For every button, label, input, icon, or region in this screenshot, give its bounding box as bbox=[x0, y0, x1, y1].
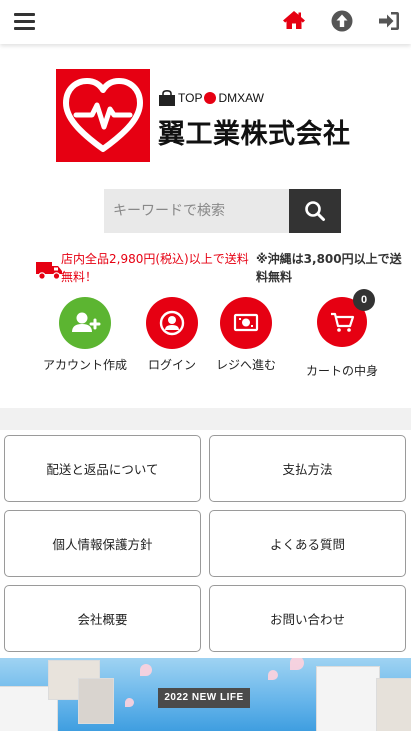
banner-sign: 2022 NEW LIFE bbox=[158, 688, 250, 708]
petal-decoration bbox=[290, 658, 304, 670]
top-navigation-bar bbox=[0, 0, 411, 44]
cash-icon bbox=[233, 313, 259, 332]
search-bar bbox=[104, 189, 341, 233]
home-icon[interactable] bbox=[282, 8, 306, 32]
shipping-text-line2: 無料！ bbox=[61, 270, 98, 284]
search-button[interactable] bbox=[289, 189, 341, 233]
checkout-button[interactable]: レジへ進む bbox=[211, 297, 281, 373]
cart-button[interactable]: 0 カートの中身 bbox=[302, 289, 382, 379]
petal-decoration bbox=[140, 664, 152, 676]
search-icon bbox=[305, 201, 325, 221]
brand-tagline-suffix: DMXAW bbox=[218, 91, 265, 105]
promo-banner[interactable]: 2022 NEW LIFE bbox=[0, 658, 411, 731]
heart-pulse-logo-icon bbox=[63, 78, 143, 152]
menu-tile-payment-methods[interactable]: 支払方法 bbox=[209, 435, 406, 502]
petal-decoration bbox=[268, 670, 278, 680]
hamburger-icon[interactable] bbox=[14, 10, 36, 32]
login-button[interactable]: ログイン bbox=[140, 297, 204, 373]
okinawa-shipping-note: ※沖縄は3,800円以上で送料無料 bbox=[256, 252, 402, 284]
cart-circle[interactable]: 0 bbox=[317, 289, 375, 347]
menu-tile-privacy-policy[interactable]: 個人情報保護方針 bbox=[4, 510, 201, 577]
banner-photo-card bbox=[316, 666, 380, 731]
info-menu-grid: 配送と返品について 支払方法 個人情報保護方針 よくある質問 会社概要 お問い合… bbox=[0, 430, 411, 658]
create-account-label: アカウント作成 bbox=[42, 358, 127, 372]
section-divider bbox=[0, 408, 411, 430]
sign-in-icon[interactable] bbox=[377, 9, 401, 33]
cart-count-badge: 0 bbox=[353, 289, 375, 311]
petal-decoration bbox=[125, 698, 134, 707]
shopping-bag-icon bbox=[159, 90, 175, 106]
menu-tile-shipping-returns[interactable]: 配送と返品について bbox=[4, 435, 201, 502]
banner-photo-card bbox=[78, 678, 114, 724]
add-user-icon bbox=[72, 312, 101, 332]
create-account-circle[interactable] bbox=[59, 297, 111, 349]
shipping-text-line1: 店内全品2,980円(税込)以上で送料 bbox=[61, 252, 249, 266]
arrow-up-circle-icon[interactable] bbox=[330, 9, 354, 33]
user-icon bbox=[159, 310, 185, 336]
menu-tile-faq[interactable]: よくある質問 bbox=[209, 510, 406, 577]
brand-tagline-text: TOP bbox=[178, 91, 203, 105]
login-circle[interactable] bbox=[146, 297, 198, 349]
truck-icon bbox=[36, 262, 62, 280]
company-logo[interactable] bbox=[56, 69, 150, 162]
create-account-button[interactable]: アカウント作成 bbox=[40, 297, 130, 373]
menu-tile-company-profile[interactable]: 会社概要 bbox=[4, 585, 201, 652]
cart-label: カートの中身 bbox=[305, 364, 378, 378]
checkout-circle[interactable] bbox=[220, 297, 272, 349]
banner-photo-card bbox=[376, 678, 411, 731]
red-dot-icon bbox=[204, 92, 217, 104]
brand-tagline: TOP DMXAW bbox=[158, 90, 264, 106]
login-label: ログイン bbox=[147, 358, 196, 372]
search-input[interactable] bbox=[104, 189, 289, 233]
menu-tile-contact[interactable]: お問い合わせ bbox=[209, 585, 406, 652]
checkout-label: レジへ進む bbox=[215, 358, 276, 372]
company-name: 翼工業株式会社 bbox=[158, 119, 351, 150]
